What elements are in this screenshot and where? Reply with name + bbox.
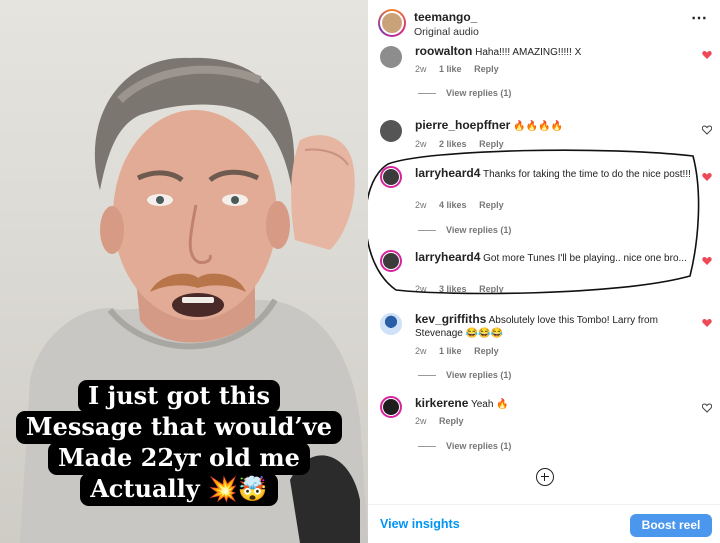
comment-username[interactable]: larryheard4 xyxy=(415,166,480,180)
comment-username[interactable]: larryheard4 xyxy=(415,250,480,264)
comment-text: Got more Tunes I'll be playing.. nice on… xyxy=(483,253,687,264)
panel-footer: View insights Boost reel xyxy=(368,504,720,543)
comment-text: 🔥🔥🔥🔥 xyxy=(513,121,563,132)
comment-text: Yeah 🔥 xyxy=(470,399,509,410)
comment-username[interactable]: kev_griffiths xyxy=(415,312,486,326)
comment-time: 2w xyxy=(415,346,427,356)
avatar[interactable] xyxy=(380,250,402,272)
reel-video[interactable]: I just got this Message that would’ve Ma… xyxy=(0,0,368,543)
comment-username[interactable]: roowalton xyxy=(415,44,472,58)
avatar[interactable] xyxy=(380,120,402,142)
avatar[interactable] xyxy=(380,313,402,335)
comment-time: 2w xyxy=(415,416,427,426)
avatar[interactable] xyxy=(380,46,402,68)
caption-line: I just got this xyxy=(77,380,281,413)
view-replies-link[interactable]: View replies (1) xyxy=(418,225,511,235)
comment-time: 2w xyxy=(415,284,427,294)
view-insights-link[interactable]: View insights xyxy=(380,517,460,531)
post-username[interactable]: teemango_ xyxy=(414,10,477,24)
view-replies-link[interactable]: View replies (1) xyxy=(418,88,511,98)
comment-username[interactable]: pierre_hoepffner xyxy=(415,118,510,132)
view-replies-link[interactable]: View replies (1) xyxy=(418,441,511,451)
reply-button[interactable]: Reply xyxy=(479,200,504,210)
view-replies-link[interactable]: View replies (1) xyxy=(418,370,511,380)
comment-text: Haha!!!! AMAZING!!!!! X xyxy=(475,47,582,58)
heart-filled-icon[interactable] xyxy=(702,50,712,60)
caption-line: Actually 💥🤯 xyxy=(80,473,278,506)
reply-button[interactable]: Reply xyxy=(479,139,504,149)
heart-filled-icon[interactable] xyxy=(702,172,712,182)
comment-likes[interactable]: 1 like xyxy=(439,346,462,356)
heart-outline-icon[interactable] xyxy=(702,403,712,413)
reply-button[interactable]: Reply xyxy=(479,284,504,294)
avatar[interactable] xyxy=(380,166,402,188)
comments-panel: teemango_ Original audio ⋯ roowalton Hah… xyxy=(368,0,720,543)
comment-username[interactable]: kirkerene xyxy=(415,396,468,410)
comment-likes[interactable]: 1 like xyxy=(439,64,462,74)
comment-likes[interactable]: 2 likes xyxy=(439,139,467,149)
add-comment-icon[interactable] xyxy=(536,468,554,486)
caption-line: Made 22yr old me xyxy=(48,442,310,475)
comment-time: 2w xyxy=(415,64,427,74)
comment-time: 2w xyxy=(415,139,427,149)
post-header: teemango_ Original audio ⋯ xyxy=(368,0,720,44)
heart-filled-icon[interactable] xyxy=(702,318,712,328)
original-audio-link[interactable]: Original audio xyxy=(414,26,479,38)
reply-button[interactable]: Reply xyxy=(474,346,499,356)
reply-button[interactable]: Reply xyxy=(439,416,464,426)
comment-likes[interactable]: 4 likes xyxy=(439,200,467,210)
avatar[interactable] xyxy=(378,9,406,37)
hand-drawn-circle-annotation xyxy=(368,149,700,295)
more-options-icon[interactable]: ⋯ xyxy=(691,8,708,28)
comment-list[interactable]: roowalton Haha!!!! AMAZING!!!!! X 2w 1 l… xyxy=(368,44,720,504)
reply-button[interactable]: Reply xyxy=(474,64,499,74)
video-caption: I just got this Message that would’ve Ma… xyxy=(14,380,344,506)
avatar[interactable] xyxy=(380,396,402,418)
boost-reel-button[interactable]: Boost reel xyxy=(630,514,712,537)
heart-outline-icon[interactable] xyxy=(702,125,712,135)
comment-time: 2w xyxy=(415,200,427,210)
heart-filled-icon[interactable] xyxy=(702,256,712,266)
caption-line: Message that would’ve xyxy=(16,411,342,444)
comment-text: Thanks for taking the time to do the nic… xyxy=(482,169,691,180)
comment-likes[interactable]: 3 likes xyxy=(439,284,467,294)
